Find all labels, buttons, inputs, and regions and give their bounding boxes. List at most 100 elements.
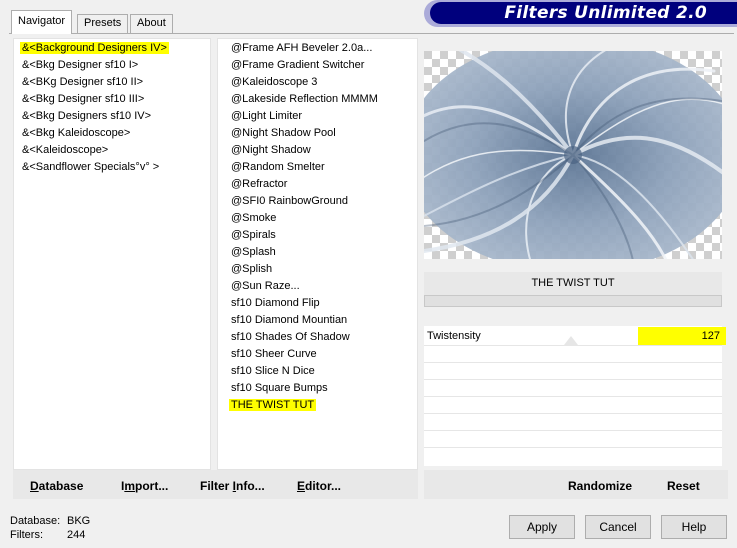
- filter-list-item[interactable]: @Smoke: [231, 211, 276, 226]
- apply-button[interactable]: Apply: [509, 515, 575, 539]
- slider-thumb-icon[interactable]: [564, 336, 578, 345]
- filter-list-item-label: @SFI0 RainbowGround: [231, 195, 348, 207]
- editor-button-accel: E: [297, 479, 306, 493]
- category-list-item-label: &<Kaleidoscope>: [22, 144, 109, 156]
- filter-list-item-label: @Random Smelter: [231, 161, 325, 173]
- filter-list-item[interactable]: @SFI0 RainbowGround: [231, 194, 348, 209]
- param-label-twistensity: Twistensity: [427, 330, 481, 342]
- filter-list[interactable]: @Frame AFH Beveler 2.0a... @Frame Gradien…: [217, 38, 418, 470]
- filter-preview-image: [424, 51, 722, 259]
- filter-list-item-label: sf10 Shades Of Shadow: [231, 331, 350, 343]
- filter-list-item-label: sf10 Diamond Flip: [231, 297, 320, 309]
- filter-list-item[interactable]: @Spirals: [231, 228, 276, 243]
- filter-list-item[interactable]: @Night Shadow: [231, 143, 311, 158]
- category-list-item[interactable]: &<Bkg Designer sf10 I>: [22, 58, 138, 73]
- category-list-item[interactable]: &<Sandflower Specials°v° >: [22, 160, 159, 175]
- filter-info-button[interactable]: Filter Info...: [200, 479, 265, 493]
- category-list-item[interactable]: &<Kaleidoscope>: [22, 143, 108, 158]
- filter-list-item[interactable]: sf10 Diamond Mountian: [231, 313, 347, 328]
- filter-list-item-label: @Night Shadow: [231, 144, 311, 156]
- param-row-divider: [424, 447, 722, 448]
- category-list-item[interactable]: &<Bkg Kaleidoscope>: [22, 126, 130, 141]
- filter-action-bar: Randomize Reset: [424, 470, 728, 499]
- help-button[interactable]: Help: [661, 515, 727, 539]
- param-label-cell: Twistensity: [424, 327, 638, 345]
- filter-progress-bar: [424, 295, 722, 307]
- filter-list-item[interactable]: @Light Limiter: [231, 109, 302, 124]
- filter-list-item-label: @Splish: [231, 263, 273, 275]
- tab-presets[interactable]: Presets: [77, 14, 129, 33]
- import-button[interactable]: Import...: [121, 479, 168, 493]
- filter-list-item[interactable]: sf10 Square Bumps: [231, 381, 328, 396]
- database-button-accel: D: [30, 479, 39, 493]
- editor-button[interactable]: Editor...: [297, 479, 341, 493]
- param-row-divider: [424, 379, 722, 380]
- category-list-item[interactable]: &<BKg Designer sf10 II>: [22, 75, 143, 90]
- filter-list-item-label: THE TWIST TUT: [229, 399, 317, 411]
- filter-list-item[interactable]: @Splash: [231, 245, 276, 260]
- randomize-button[interactable]: Randomize: [568, 479, 632, 493]
- filter-list-item-label: @Lakeside Reflection MMMM: [231, 93, 378, 105]
- category-list[interactable]: &<Background Designers IV> &<Bkg Designer…: [13, 38, 211, 470]
- category-list-item-label: &<Background Designers IV>: [20, 42, 169, 54]
- param-row-divider: [424, 345, 722, 346]
- filter-list-item-label: @Frame Gradient Switcher: [231, 59, 365, 71]
- filter-list-item-label: sf10 Square Bumps: [231, 382, 328, 394]
- filter-list-item-label: sf10 Sheer Curve: [231, 348, 317, 360]
- category-list-item-label: &<Bkg Designer sf10 III>: [22, 93, 145, 105]
- param-slider-twistensity[interactable]: 127: [638, 327, 726, 345]
- filter-list-item[interactable]: THE TWIST TUT: [229, 398, 317, 413]
- twist-preview-graphic: [424, 51, 722, 259]
- param-row-divider: [424, 396, 722, 397]
- category-list-item[interactable]: &<Bkg Designer sf10 III>: [22, 92, 144, 107]
- filter-list-item[interactable]: @Night Shadow Pool: [231, 126, 336, 141]
- database-button-label: atabase: [38, 479, 84, 493]
- param-row-divider: [424, 362, 722, 363]
- app-banner: Filters Unlimited 2.0: [430, 2, 737, 24]
- filter-list-item[interactable]: @Lakeside Reflection MMMM: [231, 92, 378, 107]
- filter-list-item[interactable]: sf10 Diamond Flip: [231, 296, 320, 311]
- status-database-value: BKG: [67, 515, 91, 527]
- category-list-item-label: &<Bkg Designers sf10 IV>: [22, 110, 152, 122]
- filter-list-item[interactable]: sf10 Slice N Dice: [231, 364, 315, 379]
- editor-button-label: ditor...: [305, 479, 342, 493]
- status-database-label: Database:: [10, 515, 61, 527]
- filter-title-bar: THE TWIST TUT: [424, 272, 722, 295]
- filter-list-item[interactable]: @Frame AFH Beveler 2.0a...: [231, 41, 372, 56]
- status-filters-label: Filters:: [10, 529, 43, 541]
- filter-list-item[interactable]: @Random Smelter: [231, 160, 325, 175]
- filter-list-item[interactable]: @Frame Gradient Switcher: [231, 58, 364, 73]
- navigator-action-bar: Database Import... Filter Info... Editor…: [13, 470, 418, 499]
- param-value-twistensity: 127: [701, 330, 720, 342]
- filter-list-item-label: @Sun Raze...: [231, 280, 300, 292]
- tab-navigator[interactable]: Navigator: [11, 10, 73, 34]
- filter-list-item[interactable]: @Sun Raze...: [231, 279, 300, 294]
- category-list-item[interactable]: &<Background Designers IV>: [20, 41, 169, 56]
- filter-list-item[interactable]: @Refractor: [231, 177, 287, 192]
- filter-list-item-label: @Smoke: [231, 212, 277, 224]
- tab-about[interactable]: About: [130, 14, 173, 33]
- filter-list-item-label: @Spirals: [231, 229, 276, 241]
- category-list-item-label: &<Bkg Kaleidoscope>: [22, 127, 131, 139]
- filter-list-item-label: @Kaleidoscope 3: [231, 76, 318, 88]
- import-button-label: port...: [135, 479, 169, 493]
- status-filters-value: 244: [67, 529, 86, 541]
- category-list-item-label: &<BKg Designer sf10 II>: [22, 76, 144, 88]
- category-list-item[interactable]: &<Bkg Designers sf10 IV>: [22, 109, 151, 124]
- category-list-item-label: &<Bkg Designer sf10 I>: [22, 59, 139, 71]
- filter-list-item-label: sf10 Diamond Mountian: [231, 314, 348, 326]
- filter-list-item-label: @Refractor: [231, 178, 288, 190]
- filter-list-item[interactable]: sf10 Shades Of Shadow: [231, 330, 350, 345]
- import-button-accel: m: [124, 479, 136, 493]
- tab-divider: [9, 33, 734, 34]
- filter-list-item-label: sf10 Slice N Dice: [231, 365, 315, 377]
- filter-list-item[interactable]: @Splish: [231, 262, 272, 277]
- filter-list-item[interactable]: sf10 Sheer Curve: [231, 347, 317, 362]
- app-title: Filters Unlimited 2.0: [504, 3, 707, 23]
- database-button[interactable]: Database: [30, 479, 83, 493]
- filter-list-item[interactable]: @Kaleidoscope 3: [231, 75, 317, 90]
- cancel-button[interactable]: Cancel: [585, 515, 651, 539]
- filter-list-item-label: @Night Shadow Pool: [231, 127, 336, 139]
- filter-title: THE TWIST TUT: [531, 277, 615, 289]
- reset-button[interactable]: Reset: [667, 479, 700, 493]
